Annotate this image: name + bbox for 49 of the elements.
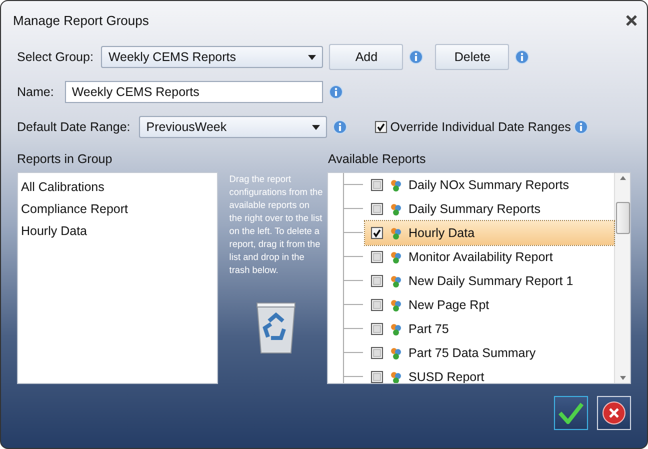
info-icon[interactable] [574, 120, 588, 134]
checkbox[interactable] [370, 179, 383, 191]
checkbox[interactable] [370, 347, 383, 359]
section-heading: Reports in Group [17, 152, 114, 166]
report-icon [390, 226, 402, 240]
report-icon [390, 346, 402, 360]
report-icon [390, 322, 402, 336]
delete-button[interactable]: Delete [435, 44, 510, 70]
checkbox[interactable] [370, 299, 383, 311]
checkbox-label: Override Individual Date Ranges [390, 120, 571, 134]
list-item[interactable]: All Calibrations [21, 176, 214, 198]
report-icon [390, 202, 402, 216]
checkbox[interactable] [370, 251, 383, 263]
dropdown-caret-icon [308, 54, 316, 60]
ok-button[interactable] [554, 396, 588, 430]
report-icon [390, 274, 402, 288]
scroll-up-icon[interactable] [620, 176, 626, 180]
section-heading: Available Reports [328, 152, 426, 166]
report-icon [390, 250, 402, 264]
checkbox[interactable] [370, 371, 383, 383]
group-dropdown[interactable]: Weekly CEMS Reports [101, 46, 324, 68]
report-icon [390, 178, 402, 192]
info-icon[interactable] [515, 50, 530, 64]
dropdown-caret-icon [312, 124, 320, 130]
close-icon[interactable] [626, 14, 637, 26]
list-item[interactable]: Compliance Report [21, 198, 214, 220]
field-label: Default Date Range: [17, 120, 130, 134]
name-field[interactable]: Weekly CEMS Reports [64, 81, 323, 103]
checkbox[interactable] [370, 323, 383, 335]
checkbox[interactable] [370, 203, 383, 215]
field-label: Name: [17, 85, 54, 99]
checkbox[interactable] [370, 227, 383, 239]
info-icon[interactable] [333, 120, 348, 134]
cancel-button[interactable] [597, 396, 631, 430]
scroll-down-icon[interactable] [620, 376, 626, 380]
info-icon[interactable] [409, 50, 424, 64]
scroll-thumb[interactable] [616, 202, 630, 234]
date-range-dropdown[interactable]: PreviousWeek [139, 116, 328, 138]
scrollbar[interactable] [614, 173, 630, 383]
checkbox[interactable] [375, 121, 388, 133]
add-button[interactable]: Add [329, 44, 404, 70]
list-item[interactable]: Hourly Data [21, 220, 214, 242]
window-title: Manage Report Groups [13, 12, 149, 28]
info-icon[interactable] [328, 85, 343, 99]
report-icon [390, 370, 402, 383]
checkbox[interactable] [370, 275, 383, 287]
field-label: Select Group: [17, 50, 94, 64]
instructions-text: Drag the report configurations from the available reports on the right over to the list on the left. To delete a report, drag it from the list and drop in the trash below. [229, 173, 324, 277]
report-icon [390, 298, 402, 312]
